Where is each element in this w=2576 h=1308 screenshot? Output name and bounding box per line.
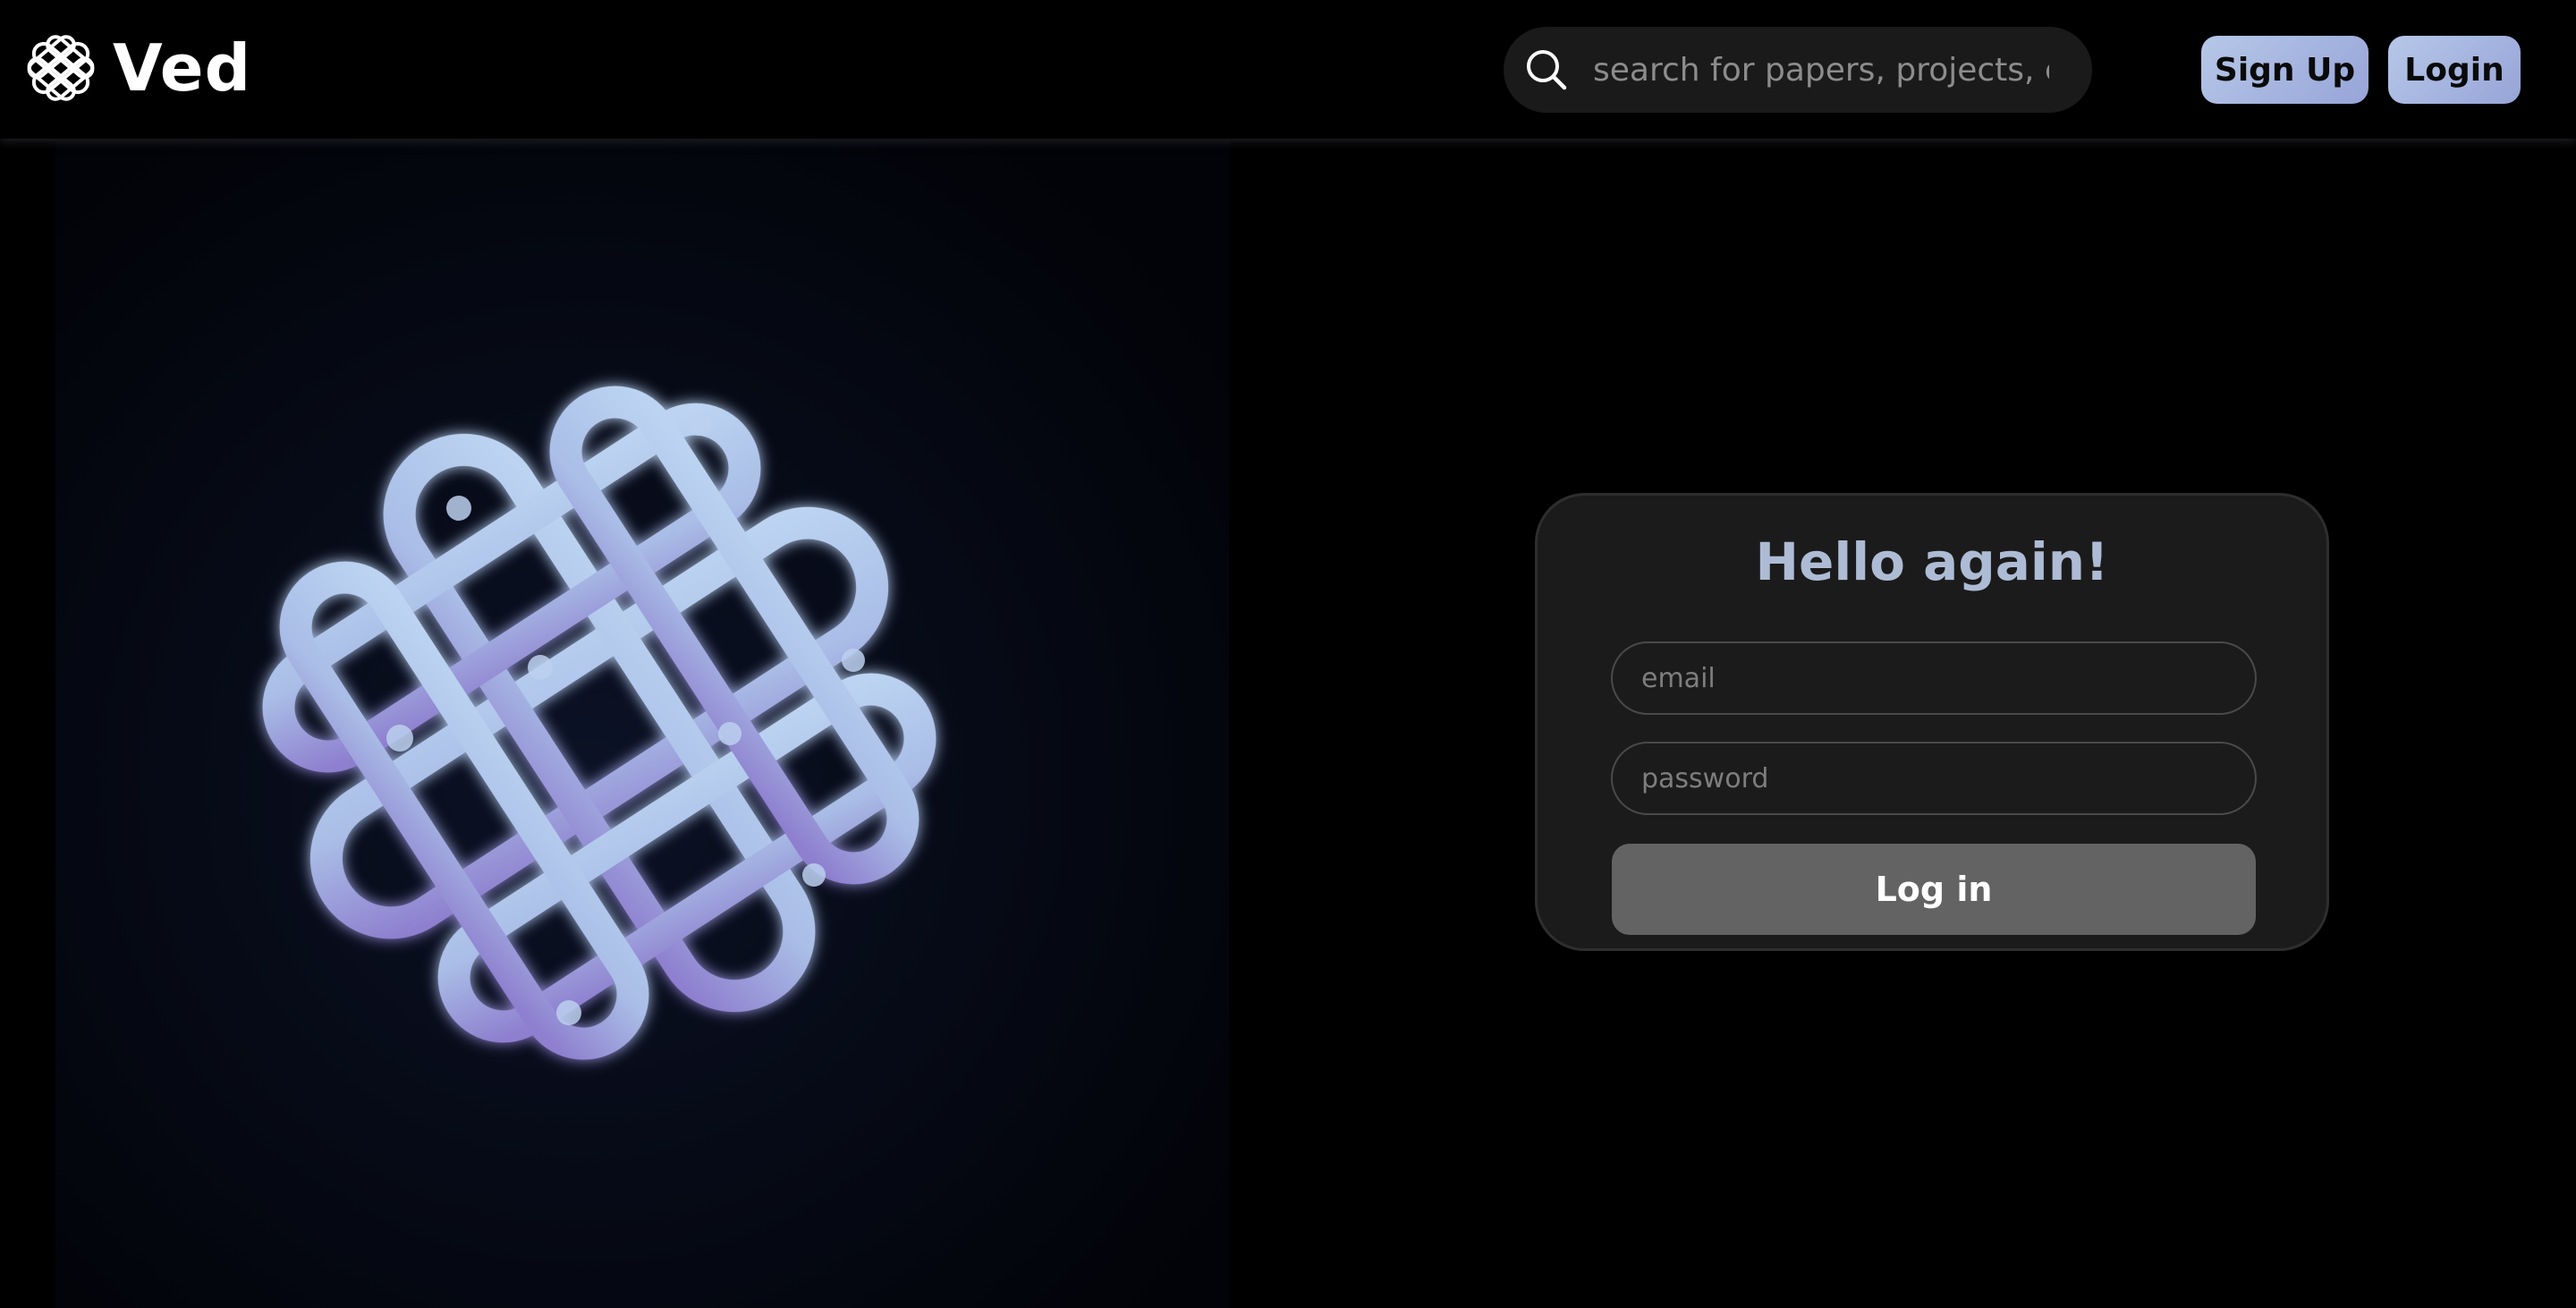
password-field[interactable]	[1611, 742, 2257, 815]
sign-up-button[interactable]: Sign Up	[2201, 36, 2368, 104]
login-button[interactable]: Login	[2388, 36, 2521, 104]
endless-knot-icon	[27, 35, 95, 101]
top-navbar: Ved Sign Up Login	[0, 0, 2576, 139]
log-in-button[interactable]: Log in	[1612, 844, 2256, 935]
search-input[interactable]	[1593, 43, 2049, 97]
search-icon[interactable]	[1525, 48, 1568, 91]
endless-knot-icon	[262, 386, 936, 1060]
email-field[interactable]	[1611, 641, 2257, 715]
login-card: Hello again! Log in	[1535, 493, 2329, 951]
brand-name: Ved	[113, 30, 252, 106]
search-bar[interactable]	[1504, 27, 2092, 113]
login-title: Hello again!	[1755, 531, 2109, 592]
brand[interactable]: Ved	[25, 27, 251, 109]
hero-panel	[55, 141, 1229, 1308]
